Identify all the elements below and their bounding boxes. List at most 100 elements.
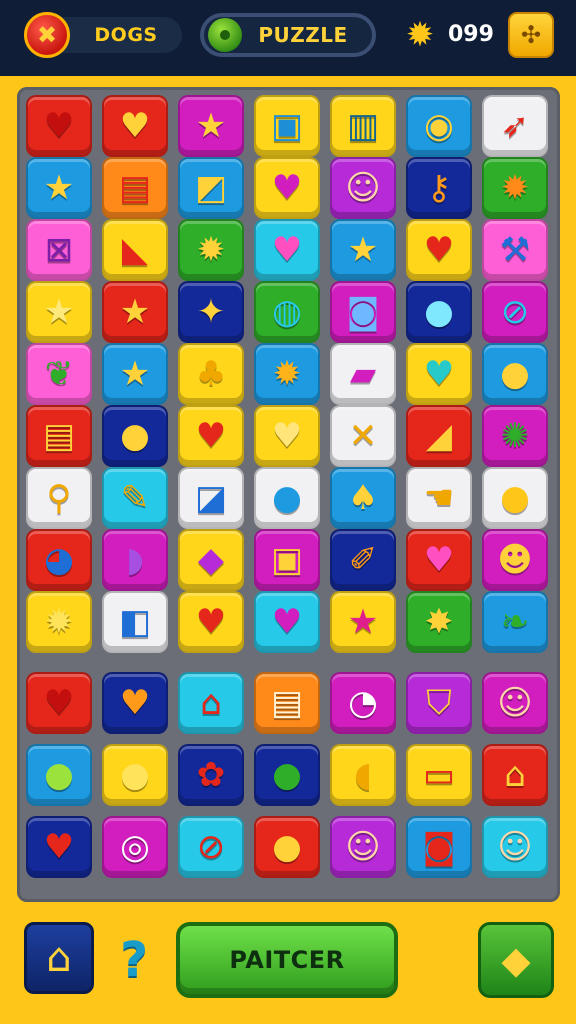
- tile-r6-c2[interactable]: ●: [102, 405, 168, 467]
- leaf-icon: ❧: [500, 602, 530, 642]
- olive-icon: ●: [272, 755, 302, 795]
- tile-r6-c5[interactable]: ✕: [330, 405, 396, 467]
- tile-r12-c5[interactable]: ☺: [330, 816, 396, 878]
- tile-r9-c3[interactable]: ♥: [178, 591, 244, 653]
- tile-r10-c4[interactable]: ▤: [254, 672, 320, 734]
- tile-r4-c2[interactable]: ★: [102, 281, 168, 343]
- tile-r12-c6[interactable]: ◙: [406, 816, 472, 878]
- tile-r7-c4[interactable]: ●: [254, 467, 320, 529]
- tile-r7-c5[interactable]: ♠: [330, 467, 396, 529]
- tile-r11-c1[interactable]: ●: [26, 744, 92, 806]
- tile-r8-c7[interactable]: ☻: [482, 529, 548, 591]
- tile-r1-c5[interactable]: ▥: [330, 95, 396, 157]
- tile-r11-c2[interactable]: ●: [102, 744, 168, 806]
- tile-r9-c1[interactable]: ✹: [26, 591, 92, 653]
- tile-r5-c3[interactable]: ♣: [178, 343, 244, 405]
- tile-r4-c3[interactable]: ✦: [178, 281, 244, 343]
- tile-r3-c7[interactable]: ⚒: [482, 219, 548, 281]
- tile-r1-c1[interactable]: ♥: [26, 95, 92, 157]
- tile-r8-c5[interactable]: ✐: [330, 529, 396, 591]
- brand-pill[interactable]: DOGS: [52, 17, 182, 53]
- tile-r12-c3[interactable]: ⊘: [178, 816, 244, 878]
- tile-r3-c2[interactable]: ◣: [102, 219, 168, 281]
- orb-icon: ●: [424, 292, 454, 332]
- tile-r5-c1[interactable]: ❦: [26, 343, 92, 405]
- tile-r3-c6[interactable]: ♥: [406, 219, 472, 281]
- tile-r11-c3[interactable]: ✿: [178, 744, 244, 806]
- tile-r8-c3[interactable]: ◆: [178, 529, 244, 591]
- tile-r7-c6[interactable]: ☚: [406, 467, 472, 529]
- tile-r5-c7[interactable]: ●: [482, 343, 548, 405]
- tile-r2-c5[interactable]: ☺: [330, 157, 396, 219]
- tile-r10-c2[interactable]: ♥: [102, 672, 168, 734]
- tile-r4-c1[interactable]: ★: [26, 281, 92, 343]
- tile-r6-c7[interactable]: ✺: [482, 405, 548, 467]
- tile-r7-c1[interactable]: ⚲: [26, 467, 92, 529]
- tile-r8-c2[interactable]: ◗: [102, 529, 168, 591]
- tile-r12-c2[interactable]: ◎: [102, 816, 168, 878]
- window-icon: ▤: [42, 416, 76, 456]
- tile-r4-c6[interactable]: ●: [406, 281, 472, 343]
- tile-r9-c5[interactable]: ★: [330, 591, 396, 653]
- tile-r1-c6[interactable]: ◉: [406, 95, 472, 157]
- tile-r7-c2[interactable]: ✎: [102, 467, 168, 529]
- tile-r2-c3[interactable]: ◩: [178, 157, 244, 219]
- tile-r12-c1[interactable]: ♥: [26, 816, 92, 878]
- tile-r7-c7[interactable]: ●: [482, 467, 548, 529]
- tile-r1-c2[interactable]: ♥: [102, 95, 168, 157]
- x-logo-icon[interactable]: ✖: [24, 12, 70, 58]
- tile-r2-c7[interactable]: ✹: [482, 157, 548, 219]
- tile-r5-c2[interactable]: ★: [102, 343, 168, 405]
- tile-r10-c5[interactable]: ◔: [330, 672, 396, 734]
- tile-r11-c5[interactable]: ◖: [330, 744, 396, 806]
- heart-icon: ♥: [195, 416, 227, 456]
- tile-r3-c1[interactable]: ⊠: [26, 219, 92, 281]
- tile-r4-c4[interactable]: ◍: [254, 281, 320, 343]
- tile-r2-c1[interactable]: ★: [26, 157, 92, 219]
- tile-r6-c4[interactable]: ♥: [254, 405, 320, 467]
- tile-r9-c4[interactable]: ♥: [254, 591, 320, 653]
- tile-r4-c7[interactable]: ⊘: [482, 281, 548, 343]
- tile-r5-c4[interactable]: ✹: [254, 343, 320, 405]
- tile-r10-c3[interactable]: ⌂: [178, 672, 244, 734]
- tile-r2-c6[interactable]: ⚷: [406, 157, 472, 219]
- tile-r1-c7[interactable]: ➶: [482, 95, 548, 157]
- sun-icon: ✹: [500, 168, 530, 208]
- tile-r7-c3[interactable]: ◪: [178, 467, 244, 529]
- tile-r6-c6[interactable]: ◢: [406, 405, 472, 467]
- tile-r11-c7[interactable]: ⌂: [482, 744, 548, 806]
- help-button[interactable]: ?: [112, 932, 156, 988]
- mode-pill[interactable]: PUZZLE: [200, 13, 376, 57]
- tile-r1-c4[interactable]: ▣: [254, 95, 320, 157]
- tile-r1-c3[interactable]: ★: [178, 95, 244, 157]
- home-button[interactable]: ⌂: [24, 922, 94, 994]
- tile-r4-c5[interactable]: ◙: [330, 281, 396, 343]
- tile-r9-c6[interactable]: ✸: [406, 591, 472, 653]
- tile-r2-c2[interactable]: ▤: [102, 157, 168, 219]
- tile-r3-c3[interactable]: ✹: [178, 219, 244, 281]
- tile-r2-c4[interactable]: ♥: [254, 157, 320, 219]
- coin-count: 099: [448, 22, 494, 47]
- tile-r11-c6[interactable]: ▭: [406, 744, 472, 806]
- tile-r6-c3[interactable]: ♥: [178, 405, 244, 467]
- tile-r8-c4[interactable]: ▣: [254, 529, 320, 591]
- action-button[interactable]: PAITCER: [176, 922, 398, 998]
- tile-r12-c7[interactable]: ☺: [482, 816, 548, 878]
- tile-r9-c7[interactable]: ❧: [482, 591, 548, 653]
- tile-r5-c5[interactable]: ▰: [330, 343, 396, 405]
- tile-r11-c4[interactable]: ●: [254, 744, 320, 806]
- tile-r3-c5[interactable]: ★: [330, 219, 396, 281]
- tile-r3-c4[interactable]: ♥: [254, 219, 320, 281]
- settings-button[interactable]: ✣: [508, 12, 554, 58]
- tile-r8-c6[interactable]: ♥: [406, 529, 472, 591]
- girl-face-icon: ☺: [345, 827, 381, 867]
- tile-r5-c6[interactable]: ♥: [406, 343, 472, 405]
- tile-r10-c6[interactable]: ⛉: [406, 672, 472, 734]
- tile-r6-c1[interactable]: ▤: [26, 405, 92, 467]
- tile-r9-c2[interactable]: ◧: [102, 591, 168, 653]
- tile-r12-c4[interactable]: ●: [254, 816, 320, 878]
- tile-r8-c1[interactable]: ◕: [26, 529, 92, 591]
- gold-bar-button[interactable]: ◆: [478, 922, 554, 998]
- tile-r10-c7[interactable]: ☺: [482, 672, 548, 734]
- tile-r10-c1[interactable]: ♥: [26, 672, 92, 734]
